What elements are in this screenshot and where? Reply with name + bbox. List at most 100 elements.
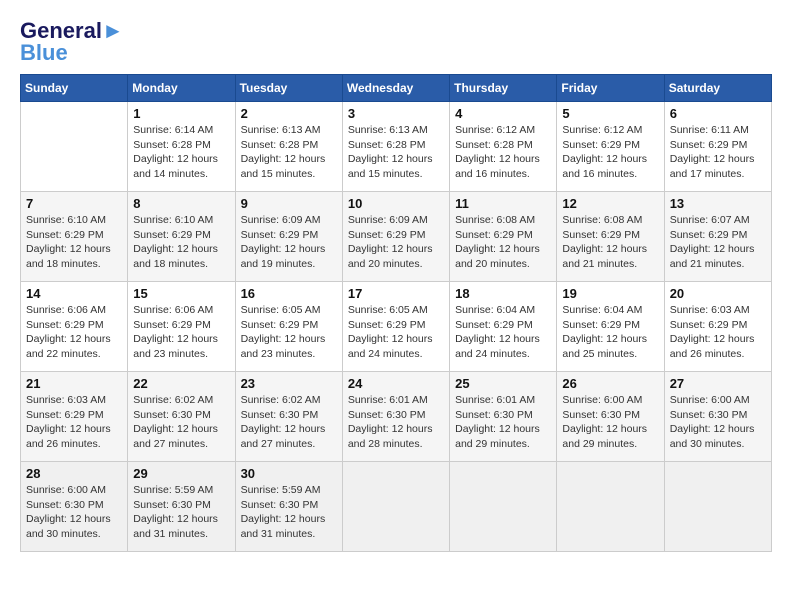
day-number: 8 [133,196,229,211]
day-number: 26 [562,376,658,391]
day-info: Sunrise: 6:02 AM Sunset: 6:30 PM Dayligh… [241,393,337,452]
calendar-cell [342,462,449,552]
calendar-cell: 12 Sunrise: 6:08 AM Sunset: 6:29 PM Dayli… [557,192,664,282]
weekday-header-cell: Saturday [664,75,771,102]
calendar-cell [664,462,771,552]
calendar-cell [557,462,664,552]
day-number: 16 [241,286,337,301]
calendar-cell [450,462,557,552]
day-info: Sunrise: 6:08 AM Sunset: 6:29 PM Dayligh… [562,213,658,272]
calendar-cell [21,102,128,192]
calendar-cell: 21 Sunrise: 6:03 AM Sunset: 6:29 PM Dayli… [21,372,128,462]
day-number: 1 [133,106,229,121]
calendar-week-row: 7 Sunrise: 6:10 AM Sunset: 6:29 PM Daylig… [21,192,772,282]
calendar-cell: 1 Sunrise: 6:14 AM Sunset: 6:28 PM Daylig… [128,102,235,192]
calendar-cell: 29 Sunrise: 5:59 AM Sunset: 6:30 PM Dayli… [128,462,235,552]
logo: General► Blue [20,20,124,64]
day-number: 24 [348,376,444,391]
day-info: Sunrise: 6:03 AM Sunset: 6:29 PM Dayligh… [670,303,766,362]
day-number: 30 [241,466,337,481]
day-info: Sunrise: 5:59 AM Sunset: 6:30 PM Dayligh… [133,483,229,542]
day-info: Sunrise: 6:10 AM Sunset: 6:29 PM Dayligh… [133,213,229,272]
calendar-cell: 28Sunrise: 6:00 AM Sunset: 6:30 PM Dayli… [21,462,128,552]
day-info: Sunrise: 6:03 AM Sunset: 6:29 PM Dayligh… [26,393,122,452]
weekday-header-cell: Tuesday [235,75,342,102]
day-number: 4 [455,106,551,121]
calendar-cell: 19 Sunrise: 6:04 AM Sunset: 6:29 PM Dayli… [557,282,664,372]
day-info: Sunrise: 6:11 AM Sunset: 6:29 PM Dayligh… [670,123,766,182]
calendar-cell: 5 Sunrise: 6:12 AM Sunset: 6:29 PM Daylig… [557,102,664,192]
day-info: Sunrise: 6:00 AM Sunset: 6:30 PM Dayligh… [562,393,658,452]
day-info: Sunrise: 6:00 AM Sunset: 6:30 PM Dayligh… [26,483,122,542]
calendar-cell: 9 Sunrise: 6:09 AM Sunset: 6:29 PM Daylig… [235,192,342,282]
day-info: Sunrise: 6:13 AM Sunset: 6:28 PM Dayligh… [241,123,337,182]
calendar-week-row: 28Sunrise: 6:00 AM Sunset: 6:30 PM Dayli… [21,462,772,552]
calendar-cell: 11 Sunrise: 6:08 AM Sunset: 6:29 PM Dayli… [450,192,557,282]
calendar-cell: 2 Sunrise: 6:13 AM Sunset: 6:28 PM Daylig… [235,102,342,192]
calendar-cell: 23 Sunrise: 6:02 AM Sunset: 6:30 PM Dayli… [235,372,342,462]
calendar-cell: 8 Sunrise: 6:10 AM Sunset: 6:29 PM Daylig… [128,192,235,282]
day-number: 18 [455,286,551,301]
calendar-cell: 16 Sunrise: 6:05 AM Sunset: 6:29 PM Dayli… [235,282,342,372]
day-info: Sunrise: 6:12 AM Sunset: 6:28 PM Dayligh… [455,123,551,182]
calendar-cell: 24 Sunrise: 6:01 AM Sunset: 6:30 PM Dayli… [342,372,449,462]
day-number: 7 [26,196,122,211]
weekday-header-cell: Friday [557,75,664,102]
day-number: 22 [133,376,229,391]
calendar-cell: 25Sunrise: 6:01 AM Sunset: 6:30 PM Dayli… [450,372,557,462]
day-info: Sunrise: 6:13 AM Sunset: 6:28 PM Dayligh… [348,123,444,182]
day-info: Sunrise: 6:04 AM Sunset: 6:29 PM Dayligh… [562,303,658,362]
day-number: 17 [348,286,444,301]
calendar-week-row: 14 Sunrise: 6:06 AM Sunset: 6:29 PM Dayli… [21,282,772,372]
day-number: 27 [670,376,766,391]
day-info: Sunrise: 6:01 AM Sunset: 6:30 PM Dayligh… [348,393,444,452]
calendar-table: SundayMondayTuesdayWednesdayThursdayFrid… [20,74,772,552]
day-info: Sunrise: 6:05 AM Sunset: 6:29 PM Dayligh… [348,303,444,362]
day-number: 15 [133,286,229,301]
day-info: Sunrise: 6:05 AM Sunset: 6:29 PM Dayligh… [241,303,337,362]
day-number: 23 [241,376,337,391]
day-number: 11 [455,196,551,211]
weekday-header-cell: Wednesday [342,75,449,102]
calendar-cell: 10 Sunrise: 6:09 AM Sunset: 6:29 PM Dayli… [342,192,449,282]
calendar-cell: 3 Sunrise: 6:13 AM Sunset: 6:28 PM Daylig… [342,102,449,192]
calendar-cell: 6 Sunrise: 6:11 AM Sunset: 6:29 PM Daylig… [664,102,771,192]
day-info: Sunrise: 6:06 AM Sunset: 6:29 PM Dayligh… [133,303,229,362]
day-number: 5 [562,106,658,121]
day-number: 6 [670,106,766,121]
calendar-cell: 13 Sunrise: 6:07 AM Sunset: 6:29 PM Dayli… [664,192,771,282]
day-number: 19 [562,286,658,301]
calendar-cell: 30 Sunrise: 5:59 AM Sunset: 6:30 PM Dayli… [235,462,342,552]
day-info: Sunrise: 6:09 AM Sunset: 6:29 PM Dayligh… [241,213,337,272]
day-info: Sunrise: 6:09 AM Sunset: 6:29 PM Dayligh… [348,213,444,272]
page-header: General► Blue [20,20,772,64]
calendar-cell: 18 Sunrise: 6:04 AM Sunset: 6:29 PM Dayli… [450,282,557,372]
day-number: 2 [241,106,337,121]
day-info: Sunrise: 6:12 AM Sunset: 6:29 PM Dayligh… [562,123,658,182]
day-info: Sunrise: 6:01 AM Sunset: 6:30 PM Dayligh… [455,393,551,452]
calendar-cell: 27Sunrise: 6:00 AM Sunset: 6:30 PM Dayli… [664,372,771,462]
day-info: Sunrise: 6:06 AM Sunset: 6:29 PM Dayligh… [26,303,122,362]
day-number: 3 [348,106,444,121]
weekday-header-cell: Sunday [21,75,128,102]
day-info: Sunrise: 6:14 AM Sunset: 6:28 PM Dayligh… [133,123,229,182]
day-number: 21 [26,376,122,391]
day-number: 20 [670,286,766,301]
calendar-cell: 22Sunrise: 6:02 AM Sunset: 6:30 PM Dayli… [128,372,235,462]
day-info: Sunrise: 6:04 AM Sunset: 6:29 PM Dayligh… [455,303,551,362]
weekday-header-row: SundayMondayTuesdayWednesdayThursdayFrid… [21,75,772,102]
day-info: Sunrise: 5:59 AM Sunset: 6:30 PM Dayligh… [241,483,337,542]
day-number: 29 [133,466,229,481]
calendar-cell: 20 Sunrise: 6:03 AM Sunset: 6:29 PM Dayli… [664,282,771,372]
day-number: 10 [348,196,444,211]
day-info: Sunrise: 6:08 AM Sunset: 6:29 PM Dayligh… [455,213,551,272]
day-info: Sunrise: 6:07 AM Sunset: 6:29 PM Dayligh… [670,213,766,272]
day-number: 13 [670,196,766,211]
day-number: 12 [562,196,658,211]
day-number: 9 [241,196,337,211]
calendar-cell: 26 Sunrise: 6:00 AM Sunset: 6:30 PM Dayli… [557,372,664,462]
calendar-week-row: 1 Sunrise: 6:14 AM Sunset: 6:28 PM Daylig… [21,102,772,192]
calendar-cell: 15 Sunrise: 6:06 AM Sunset: 6:29 PM Dayli… [128,282,235,372]
day-number: 14 [26,286,122,301]
calendar-cell: 7Sunrise: 6:10 AM Sunset: 6:29 PM Daylig… [21,192,128,282]
